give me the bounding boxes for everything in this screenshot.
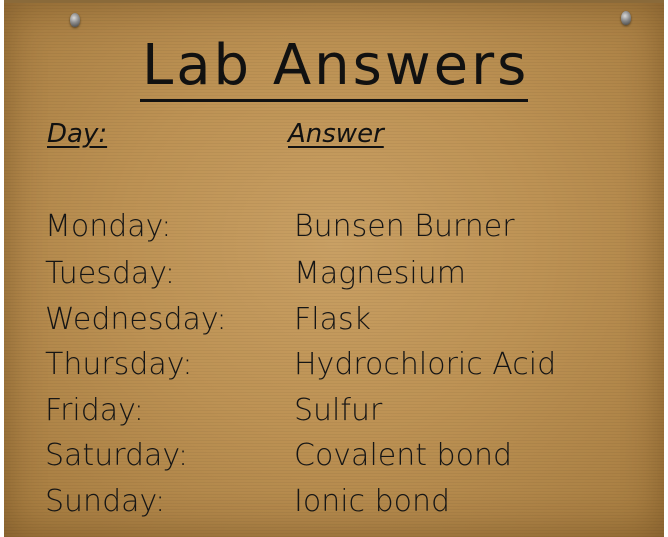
row-answer: Covalent bond bbox=[294, 438, 512, 473]
row-day: Tuesday: bbox=[45, 256, 175, 291]
title-underline bbox=[140, 99, 528, 102]
row-day: Saturday: bbox=[45, 438, 189, 473]
column-header-day: Day: bbox=[47, 119, 108, 149]
answer-row: Tuesday: Magnesium bbox=[4, 256, 664, 302]
nail-icon bbox=[70, 13, 80, 27]
row-day: Thursday: bbox=[45, 347, 193, 382]
row-day: Monday: bbox=[45, 209, 172, 244]
answer-board: Lab Answers Day: Answer Monday: Bunsen B… bbox=[4, 0, 664, 537]
answer-row: Monday: Bunsen Burner bbox=[4, 209, 664, 255]
answer-row: Sunday: Ionic bond bbox=[4, 484, 664, 530]
row-answer: Hydrochloric Acid bbox=[294, 347, 557, 382]
row-day: Wednesday: bbox=[45, 302, 227, 337]
answer-row: Saturday: Covalent bond bbox=[4, 438, 664, 484]
row-answer: Sulfur bbox=[294, 393, 383, 428]
row-answer: Flask bbox=[294, 302, 371, 337]
nail-icon bbox=[621, 11, 631, 25]
row-answer: Ionic bond bbox=[294, 484, 451, 519]
answer-row: Wednesday: Flask bbox=[4, 302, 664, 348]
row-day: Friday: bbox=[45, 393, 144, 428]
board-title: Lab Answers bbox=[142, 33, 530, 98]
row-answer: Bunsen Burner bbox=[294, 209, 515, 244]
row-answer: Magnesium bbox=[294, 256, 466, 291]
column-header-answer: Answer bbox=[288, 119, 384, 149]
answer-row: Friday: Sulfur bbox=[4, 393, 664, 439]
answer-row: Thursday: Hydrochloric Acid bbox=[4, 347, 664, 393]
row-day: Sunday: bbox=[45, 484, 166, 519]
